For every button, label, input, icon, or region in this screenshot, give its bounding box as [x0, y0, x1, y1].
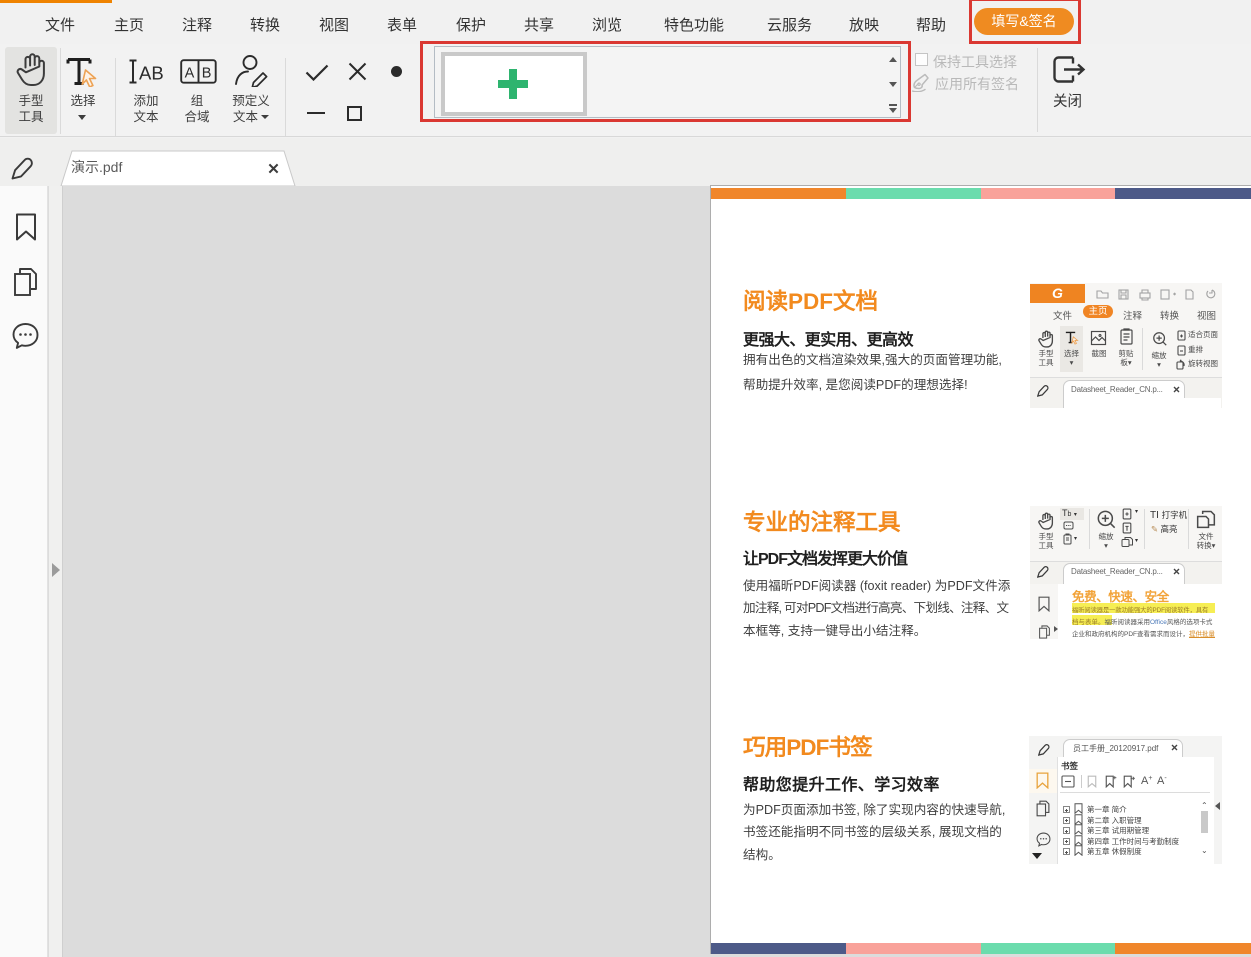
svg-text:B: B [202, 65, 212, 81]
svg-text:AB: AB [139, 63, 164, 84]
svg-text:A: A [185, 65, 195, 81]
